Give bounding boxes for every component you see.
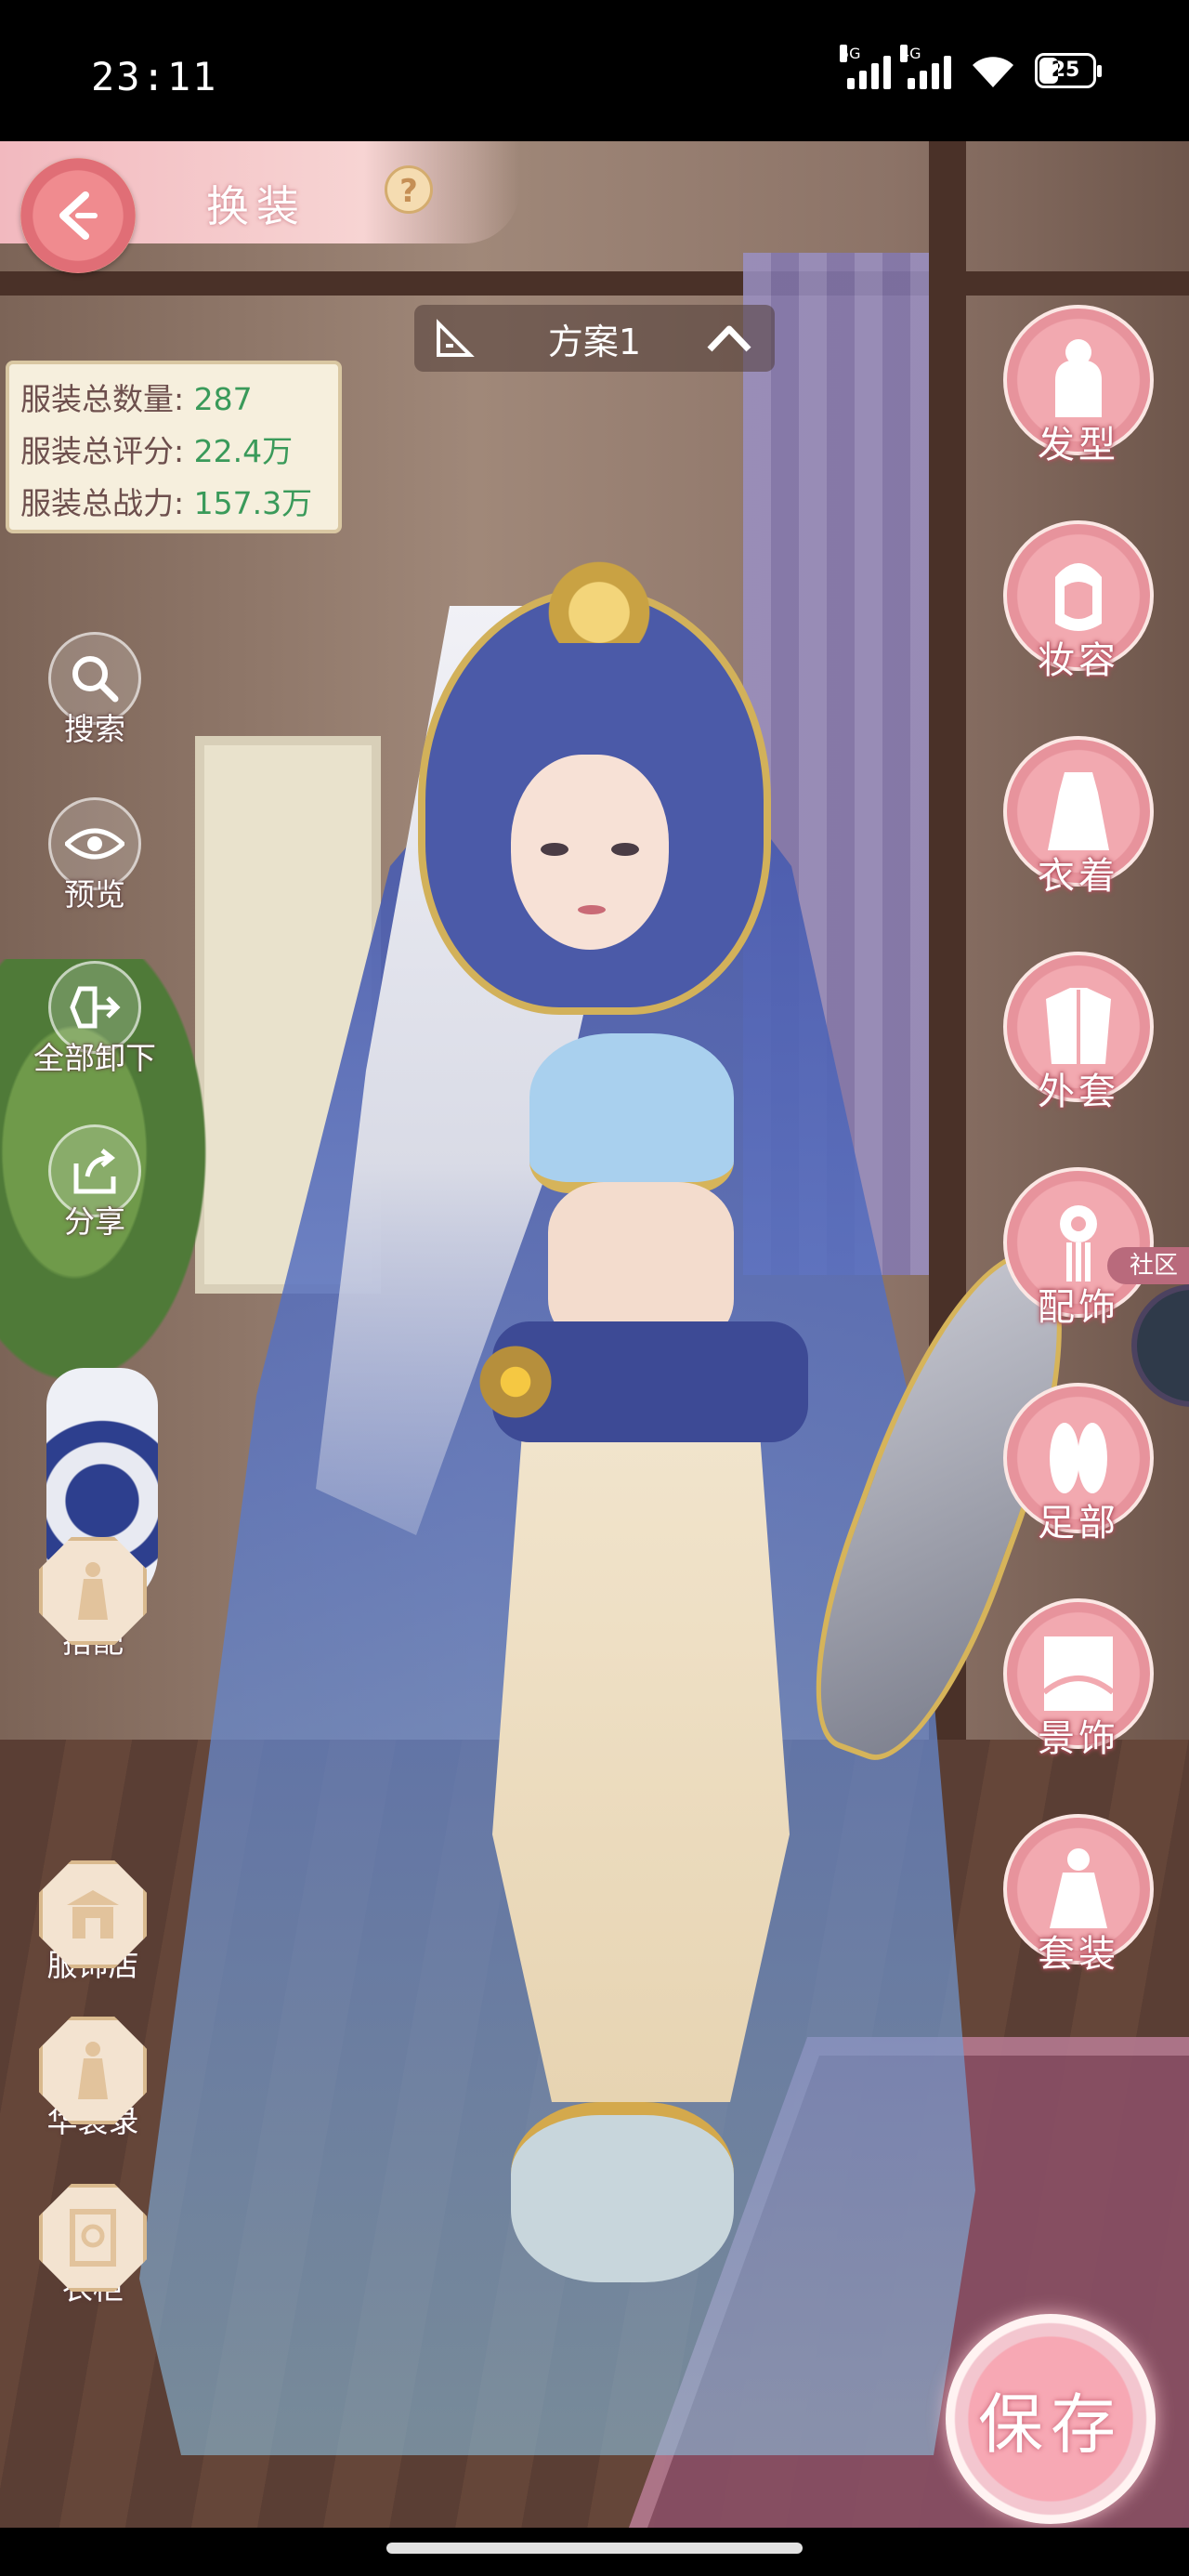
- category-hairstyle[interactable]: 发型: [1000, 305, 1157, 468]
- category-hairstyle-label: 发型: [1038, 424, 1119, 467]
- rename-scheme-icon[interactable]: [433, 318, 476, 361]
- outfit-stats-panel: 服装总数量: 287 服装总评分: 22.4万 服装总战力: 157.3万: [6, 361, 342, 533]
- dress-up-scene: 换装 ? 方案1 服装总数量: 287 服装总评分: 22.4万 服装总战力: …: [0, 141, 1189, 2528]
- category-makeup-label: 妆容: [1038, 639, 1119, 682]
- home-indicator[interactable]: [386, 2543, 803, 2554]
- status-icons: 5G 4G 25: [840, 45, 1102, 89]
- character-pants: [492, 1433, 790, 2102]
- shop-button[interactable]: 服饰店: [37, 1860, 149, 1985]
- back-arrow-icon: [59, 191, 98, 240]
- stat-score: 服装总评分: 22.4万: [20, 433, 294, 469]
- remove-all-button[interactable]: 全部卸下: [20, 961, 169, 1078]
- community-tab[interactable]: 社区: [1107, 1247, 1189, 1284]
- outfit-match-icon: [39, 1537, 147, 1645]
- battery-level: 25: [1051, 59, 1080, 82]
- back-button[interactable]: [20, 158, 136, 273]
- category-scene-decor[interactable]: 景饰: [1000, 1598, 1157, 1762]
- outfit-match-button[interactable]: 搭配: [37, 1537, 149, 1662]
- character-anklets: [511, 2102, 734, 2282]
- character-top: [529, 1033, 734, 1193]
- category-coat[interactable]: 外套: [1000, 952, 1157, 1115]
- help-button[interactable]: ?: [385, 165, 433, 214]
- category-clothing[interactable]: 衣着: [1000, 736, 1157, 900]
- preview-label: 预览: [64, 876, 125, 913]
- battery-icon: 25: [1035, 53, 1102, 88]
- save-button[interactable]: 保存: [946, 2314, 1156, 2524]
- category-suit-label: 套装: [1038, 1933, 1119, 1976]
- sash-medallion: [474, 1340, 557, 1424]
- status-bar: 23:11 5G 4G 25: [0, 0, 1189, 141]
- stat-count: 服装总数量: 287: [20, 381, 253, 417]
- wardrobe-button[interactable]: 衣柜: [37, 2184, 149, 2308]
- category-clothing-label: 衣着: [1038, 855, 1119, 898]
- category-scene-decor-label: 景饰: [1038, 1717, 1119, 1760]
- character-hairpin: [529, 541, 669, 643]
- gallery-button[interactable]: 华装录: [37, 2017, 149, 2141]
- search-label: 搜索: [64, 711, 125, 747]
- lips: [578, 905, 606, 914]
- search-button[interactable]: 搜索: [39, 632, 150, 749]
- category-shoes-label: 足部: [1038, 1502, 1119, 1544]
- category-coat-label: 外套: [1038, 1071, 1119, 1113]
- remove-all-label: 全部卸下: [33, 1040, 156, 1076]
- share-label: 分享: [64, 1203, 125, 1240]
- chevron-up-icon[interactable]: [706, 322, 752, 355]
- category-suit[interactable]: 套装: [1000, 1814, 1157, 1978]
- category-shoes[interactable]: 足部: [1000, 1383, 1157, 1546]
- category-accessory-label: 配饰: [1038, 1286, 1119, 1329]
- share-button[interactable]: 分享: [39, 1124, 150, 1242]
- character-face: [511, 755, 669, 950]
- stat-power: 服装总战力: 157.3万: [20, 485, 313, 521]
- preview-button[interactable]: 预览: [39, 797, 150, 914]
- right-eye: [611, 843, 639, 856]
- category-makeup[interactable]: 妆容: [1000, 520, 1157, 684]
- cell-signal-4g-icon: 4G: [900, 45, 951, 89]
- room-beam: [0, 271, 1189, 296]
- scheme-label: 方案1: [547, 321, 642, 362]
- wifi-icon: [973, 57, 1013, 87]
- page-title: 换装: [206, 181, 307, 231]
- system-nav-bar: [0, 2528, 1189, 2576]
- scheme-selector[interactable]: 方案1: [414, 305, 775, 372]
- status-time: 23:11: [91, 54, 218, 99]
- left-eye: [541, 843, 568, 856]
- cell-signal-5g-icon: 5G: [840, 45, 891, 89]
- character-avatar[interactable]: [139, 476, 1110, 2474]
- save-label: 保存: [978, 2385, 1123, 2463]
